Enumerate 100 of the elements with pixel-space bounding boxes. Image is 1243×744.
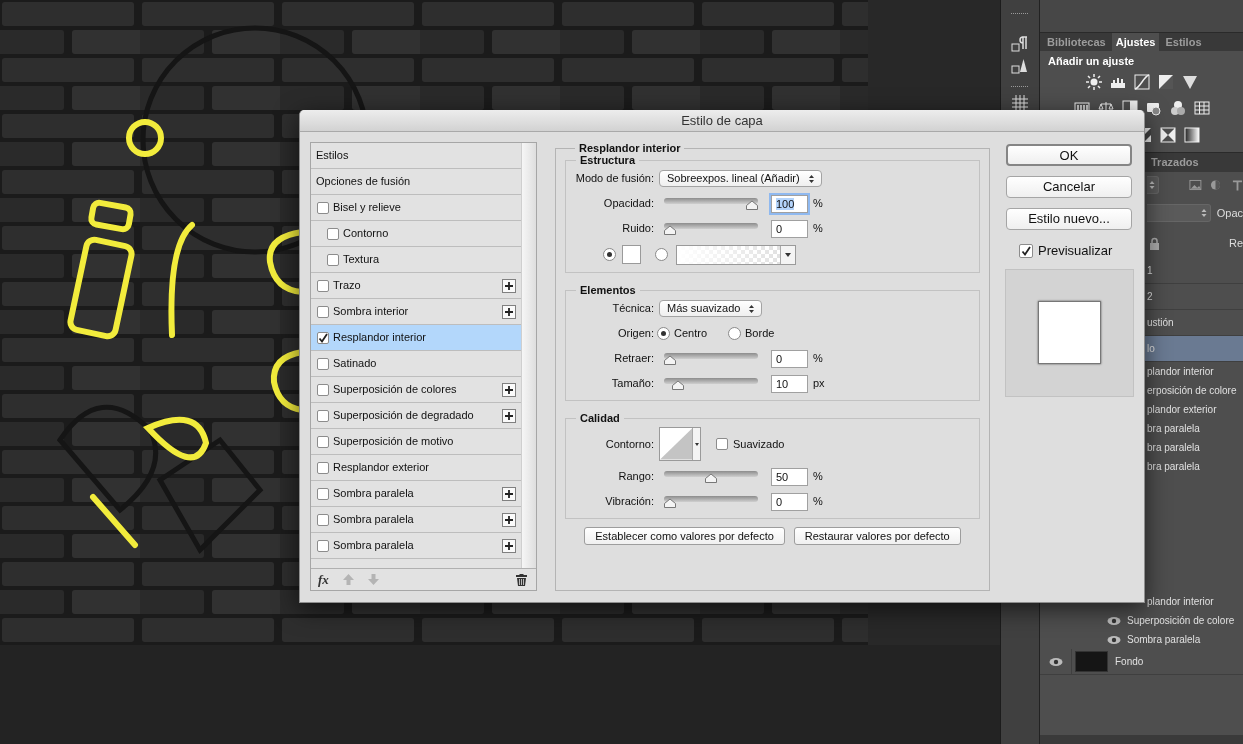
eye-icon[interactable] [1107, 615, 1121, 626]
checkbox[interactable] [317, 279, 329, 292]
triangle-icon[interactable] [1181, 74, 1198, 90]
curves-icon[interactable] [1133, 74, 1150, 90]
add-button[interactable] [502, 408, 516, 423]
list-item[interactable]: Resplandor exterior [311, 455, 521, 481]
list-item[interactable]: Superposición de motivo [311, 429, 521, 455]
slider[interactable] [664, 377, 758, 390]
layer-name: bra paralela [1147, 460, 1200, 474]
dropdown[interactable]: Más suavizado [659, 300, 763, 317]
add-button[interactable] [502, 382, 516, 397]
list-item[interactable]: Sombra paralela [311, 507, 521, 533]
panel-tab[interactable]: Bibliotecas [1043, 33, 1110, 51]
image-icon[interactable] [1189, 178, 1203, 192]
list-item[interactable]: Contorno [311, 221, 521, 247]
checkbox[interactable] [317, 487, 329, 500]
checkbox[interactable] [317, 409, 329, 422]
checkbox[interactable] [317, 357, 329, 370]
half-circle-icon[interactable] [1210, 179, 1222, 191]
lock-icon[interactable] [1149, 236, 1160, 250]
panel-tab[interactable]: Ajustes [1111, 33, 1160, 51]
ok-button[interactable]: OK [1006, 144, 1132, 166]
slider-thumb[interactable] [672, 379, 685, 390]
exposure-icon[interactable] [1157, 74, 1174, 90]
checkbox[interactable] [716, 438, 728, 450]
list-item[interactable]: Textura [311, 247, 521, 273]
gradient-dropdown[interactable] [676, 244, 796, 265]
radio-button[interactable] [655, 248, 668, 261]
slider[interactable] [664, 495, 758, 508]
list-item[interactable]: Superposición de degradado [311, 403, 521, 429]
grip-icon[interactable] [1011, 85, 1029, 88]
sun-icon[interactable] [1085, 74, 1102, 90]
panel-tab[interactable]: Estilos [1161, 33, 1206, 51]
grid-icon[interactable] [1193, 100, 1210, 116]
checkbox[interactable] [1019, 243, 1033, 258]
checkbox[interactable] [317, 513, 329, 526]
layer-row[interactable]: Sombra paralela [1040, 630, 1243, 649]
eye-icon[interactable] [1107, 634, 1121, 645]
slider-thumb[interactable] [664, 354, 676, 365]
slider[interactable] [664, 222, 758, 235]
input-field[interactable]: 50 [771, 467, 808, 486]
add-button[interactable] [502, 304, 516, 319]
list-item[interactable]: Resplandor interior [311, 325, 521, 351]
checkbox[interactable] [317, 461, 329, 474]
button[interactable]: Estilo nuevo... [1006, 208, 1132, 230]
color-swatch[interactable] [622, 245, 641, 264]
checkbox[interactable] [317, 539, 329, 552]
radio-button[interactable] [657, 327, 670, 340]
slider-thumb[interactable] [705, 472, 717, 483]
checkbox[interactable] [317, 331, 329, 344]
list-item[interactable]: Bisel y relieve [311, 195, 521, 221]
list-item[interactable]: Satinado [311, 351, 521, 377]
checkbox[interactable] [317, 201, 329, 214]
grid-icon[interactable] [1011, 94, 1029, 112]
grip-icon[interactable] [1011, 12, 1029, 15]
input-field[interactable]: 0 [771, 349, 808, 368]
camera-icon[interactable] [1145, 100, 1162, 116]
checkbox[interactable] [317, 383, 329, 396]
x-square-icon[interactable] [1160, 127, 1176, 143]
checkbox[interactable] [317, 435, 329, 448]
slider-thumb[interactable] [664, 224, 676, 235]
input-field[interactable]: 10 [771, 374, 808, 393]
slider-thumb[interactable] [664, 497, 676, 508]
paragraph-icon[interactable] [1011, 35, 1029, 53]
circles-icon[interactable] [1169, 100, 1186, 116]
list-item[interactable]: Sombra paralela [311, 533, 521, 559]
slider[interactable] [664, 470, 758, 483]
add-button[interactable] [502, 538, 516, 553]
layer-row[interactable]: Fondo [1040, 649, 1243, 675]
character-icon[interactable] [1011, 57, 1029, 75]
button[interactable]: Establecer como valores por defecto [584, 527, 785, 545]
unit-label: px [813, 376, 825, 392]
button[interactable]: Cancelar [1006, 176, 1132, 198]
add-button[interactable] [502, 278, 516, 293]
input-field[interactable]: 0 [771, 219, 808, 238]
checkbox[interactable] [317, 305, 329, 318]
input-field[interactable]: 0 [771, 492, 808, 511]
eye-icon[interactable] [1048, 656, 1063, 667]
layer-row[interactable]: Superposición de colore [1040, 611, 1243, 630]
add-button[interactable] [502, 486, 516, 501]
gradient-square-icon[interactable] [1184, 127, 1200, 143]
list-item[interactable]: Sombra paralela [311, 481, 521, 507]
type-icon[interactable] [1232, 178, 1243, 192]
checkbox[interactable] [327, 253, 339, 266]
dropdown[interactable] [1147, 176, 1160, 194]
list-item[interactable]: Trazo [311, 273, 521, 299]
button[interactable]: Restaurar valores por defecto [793, 527, 961, 545]
input-field[interactable]: 100 [771, 194, 808, 213]
contour-dropdown[interactable] [659, 427, 701, 461]
checkbox[interactable] [327, 227, 339, 240]
list-item[interactable]: Superposición de colores [311, 377, 521, 403]
radio-button[interactable] [603, 248, 616, 261]
fx-button[interactable]: fx [318, 572, 329, 587]
slider[interactable] [664, 352, 758, 365]
dropdown[interactable]: Sobreexpos. lineal (Añadir) [659, 170, 822, 187]
add-button[interactable] [502, 512, 516, 527]
radio-button[interactable] [728, 327, 742, 340]
slider-thumb[interactable] [746, 199, 758, 210]
slider[interactable] [664, 197, 758, 210]
trash-icon[interactable] [516, 573, 527, 586]
